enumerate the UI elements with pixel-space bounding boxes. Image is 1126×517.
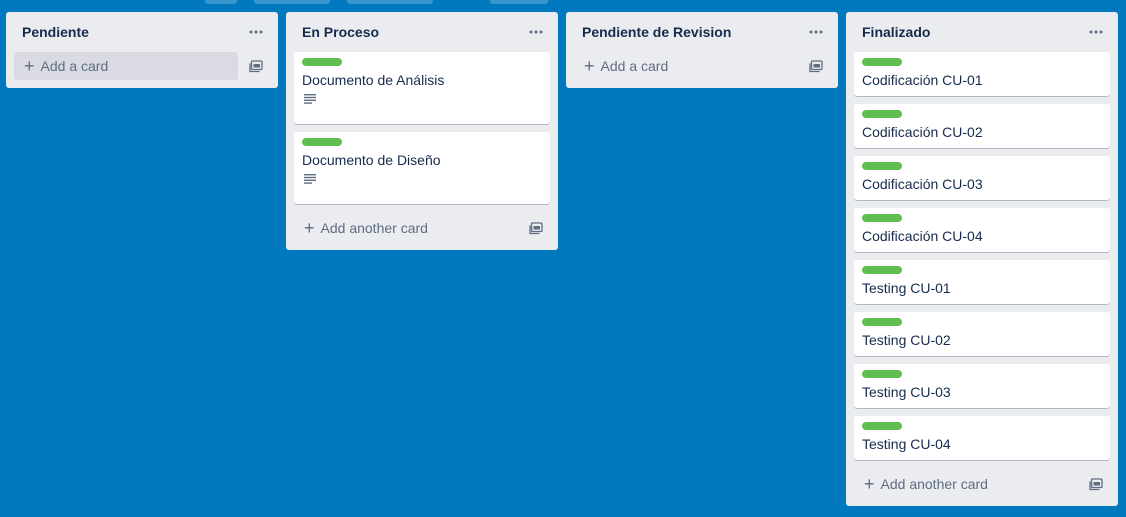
card-template-icon[interactable]	[802, 52, 830, 80]
card[interactable]: Documento de Análisis	[294, 52, 550, 124]
card-title: Documento de Diseño	[302, 152, 441, 168]
card-title: Documento de Análisis	[302, 72, 445, 88]
add-card-row: + Add another card	[294, 214, 550, 242]
plus-icon: +	[304, 218, 315, 238]
list-header[interactable]: Pendiente	[14, 12, 270, 52]
card-title: Codificación CU-04	[862, 228, 983, 244]
card-label-green[interactable]	[862, 370, 902, 378]
list-finalizado: Finalizado Codificación CU-01 Codificaci…	[846, 12, 1118, 506]
list-pendiente: Pendiente + Add a card	[6, 12, 278, 88]
card-label-green[interactable]	[302, 58, 342, 66]
card-badges	[302, 170, 542, 190]
card-label-green[interactable]	[862, 162, 902, 170]
card-template-icon[interactable]	[522, 214, 550, 242]
list-header[interactable]: Pendiente de Revision	[574, 12, 830, 52]
list-title[interactable]: En Proceso	[302, 24, 379, 40]
card-label-green[interactable]	[302, 138, 342, 146]
header-button-stub[interactable]	[490, 0, 548, 4]
list-pendiente-de-revision: Pendiente de Revision + Add a card	[566, 12, 838, 88]
header-button-stub[interactable]	[205, 0, 237, 4]
description-icon	[304, 91, 316, 109]
plus-icon: +	[864, 474, 875, 494]
add-card-label: Add another card	[320, 220, 428, 236]
card[interactable]: Codificación CU-03	[854, 156, 1110, 200]
add-card-row: + Add another card	[854, 470, 1110, 498]
add-card-button[interactable]: + Add a card	[14, 52, 238, 80]
card-title: Testing CU-04	[862, 436, 951, 452]
plus-icon: +	[584, 56, 595, 76]
add-card-row: + Add a card	[574, 52, 830, 80]
card[interactable]: Testing CU-03	[854, 364, 1110, 408]
add-card-row: + Add a card	[14, 52, 270, 80]
card-label-green[interactable]	[862, 422, 902, 430]
ellipsis-icon[interactable]	[244, 20, 268, 44]
board: Pendiente + Add a card En Proceso Docume…	[6, 12, 1120, 517]
card-label-green[interactable]	[862, 266, 902, 274]
add-card-button[interactable]: + Add another card	[854, 470, 1078, 498]
ellipsis-icon[interactable]	[804, 20, 828, 44]
card[interactable]: Codificación CU-01	[854, 52, 1110, 96]
card-label-green[interactable]	[862, 58, 902, 66]
list-title[interactable]: Pendiente	[22, 24, 89, 40]
card[interactable]: Documento de Diseño	[294, 132, 550, 204]
list-header[interactable]: Finalizado	[854, 12, 1110, 52]
card-badges	[302, 90, 542, 110]
ellipsis-icon[interactable]	[1084, 20, 1108, 44]
header-button-stub[interactable]	[254, 0, 330, 4]
add-card-label: Add another card	[880, 476, 988, 492]
ellipsis-icon[interactable]	[524, 20, 548, 44]
card-template-icon[interactable]	[242, 52, 270, 80]
add-card-label: Add a card	[600, 58, 669, 74]
list-title[interactable]: Pendiente de Revision	[582, 24, 731, 40]
card-title: Testing CU-03	[862, 384, 951, 400]
card-label-green[interactable]	[862, 214, 902, 222]
card[interactable]: Testing CU-02	[854, 312, 1110, 356]
card-title: Codificación CU-02	[862, 124, 983, 140]
description-icon	[304, 171, 316, 189]
list-header[interactable]: En Proceso	[294, 12, 550, 52]
card-title: Testing CU-02	[862, 332, 951, 348]
card-template-icon[interactable]	[1082, 470, 1110, 498]
card-title: Testing CU-01	[862, 280, 951, 296]
list-title[interactable]: Finalizado	[862, 24, 930, 40]
plus-icon: +	[24, 56, 35, 76]
add-card-button[interactable]: + Add a card	[574, 52, 798, 80]
list-en-proceso: En Proceso Documento de Análisis Documen…	[286, 12, 558, 250]
card[interactable]: Testing CU-04	[854, 416, 1110, 460]
add-card-label: Add a card	[40, 58, 109, 74]
card-label-green[interactable]	[862, 318, 902, 326]
card[interactable]: Codificación CU-02	[854, 104, 1110, 148]
card-title: Codificación CU-01	[862, 72, 983, 88]
card-label-green[interactable]	[862, 110, 902, 118]
card[interactable]: Codificación CU-04	[854, 208, 1110, 252]
add-card-button[interactable]: + Add another card	[294, 214, 518, 242]
header-button-stub[interactable]	[347, 0, 433, 4]
card[interactable]: Testing CU-01	[854, 260, 1110, 304]
card-title: Codificación CU-03	[862, 176, 983, 192]
